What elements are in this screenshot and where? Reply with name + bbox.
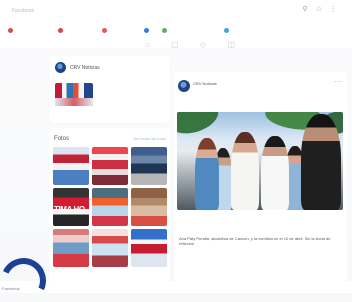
page-summary-thumbnail[interactable] xyxy=(55,83,93,106)
post-photo-caption: Ana Paty Peralta, alcaldesa de Cancún, y… xyxy=(179,236,331,246)
photos-see-all-link[interactable]: Ver todas las fotos xyxy=(133,135,166,143)
bookmark-item-1[interactable] xyxy=(8,26,15,34)
post-card: CRV Noticias ⋯ Ana Paty Peralta, alcalde… xyxy=(174,72,347,282)
browser-tab-title[interactable]: Facebook xyxy=(12,7,100,15)
loading-spinner-icon xyxy=(0,251,53,302)
bookmark-item-2[interactable] xyxy=(58,26,65,34)
bookmark-icon xyxy=(144,27,149,33)
photos-title: Fotos xyxy=(54,136,70,142)
photo-thumbnail-2[interactable] xyxy=(92,147,128,185)
bookmark-icon xyxy=(8,27,13,33)
post-photo[interactable] xyxy=(177,112,343,210)
status-url xyxy=(52,285,180,293)
photo-thumbnail-9[interactable] xyxy=(131,229,167,267)
page-avatar[interactable] xyxy=(55,62,66,73)
photo-thumbnail-8[interactable] xyxy=(92,229,128,267)
page-summary-caption xyxy=(55,111,80,117)
bookmark-icon xyxy=(102,27,107,33)
page-summary-card: CRV Noticias xyxy=(49,56,170,123)
browser-status-row: Facebook xyxy=(0,281,352,293)
home-icon[interactable]: ⌂ xyxy=(145,40,150,50)
bookmark-item-3[interactable] xyxy=(102,26,109,34)
groups-icon[interactable]: ◫ xyxy=(227,40,235,50)
photos-card: Fotos Ver todas las fotos TIMA HO xyxy=(49,128,170,282)
bookmark-icon xyxy=(58,27,63,33)
photo-thumbnail-6[interactable] xyxy=(131,188,167,226)
person-figure xyxy=(195,138,219,210)
post-text xyxy=(178,96,336,110)
browser-actions: ⚲ ☆ ⋮ xyxy=(301,6,337,14)
photo-thumbnail-5[interactable] xyxy=(92,188,128,226)
page-name[interactable]: CRV Noticias xyxy=(70,64,140,72)
bookmark-icon xyxy=(162,27,167,33)
bookmark-icon xyxy=(224,27,229,33)
bookmark-item-6[interactable] xyxy=(224,26,231,34)
bookmarks-bar xyxy=(8,26,248,36)
person-figure xyxy=(261,136,289,210)
photo-thumbnail-3[interactable] xyxy=(131,147,167,185)
browser-top-bar: Facebook ⚲ ☆ ⋮ ⌂ ▢ ◇ ◫ xyxy=(0,0,352,50)
search-icon[interactable]: ⚲ xyxy=(301,6,309,14)
bookmark-item-5[interactable] xyxy=(162,26,169,34)
marketplace-icon[interactable]: ◇ xyxy=(200,40,206,50)
post-author-avatar[interactable] xyxy=(178,80,190,92)
facebook-navigation-icons: ⌂ ▢ ◇ ◫ xyxy=(145,40,235,50)
photo-overlay-text: TIMA HO xyxy=(54,205,85,214)
person-figure xyxy=(231,132,259,210)
person-figure xyxy=(301,114,341,210)
background-foliage xyxy=(177,112,223,140)
watch-icon[interactable]: ▢ xyxy=(171,40,179,50)
photo-thumbnail-7[interactable] xyxy=(53,229,89,267)
post-menu-icon[interactable]: ⋯ xyxy=(334,79,342,87)
bookmark-item-4[interactable] xyxy=(144,26,151,34)
facebook-page-screen: Facebook ⚲ ☆ ⋮ ⌂ ▢ ◇ ◫ CRV Noticias Foto… xyxy=(0,0,352,302)
photo-thumbnail-1[interactable] xyxy=(53,147,89,185)
star-icon[interactable]: ☆ xyxy=(315,6,323,14)
post-meta xyxy=(193,86,243,92)
more-icon[interactable]: ⋮ xyxy=(329,6,337,14)
